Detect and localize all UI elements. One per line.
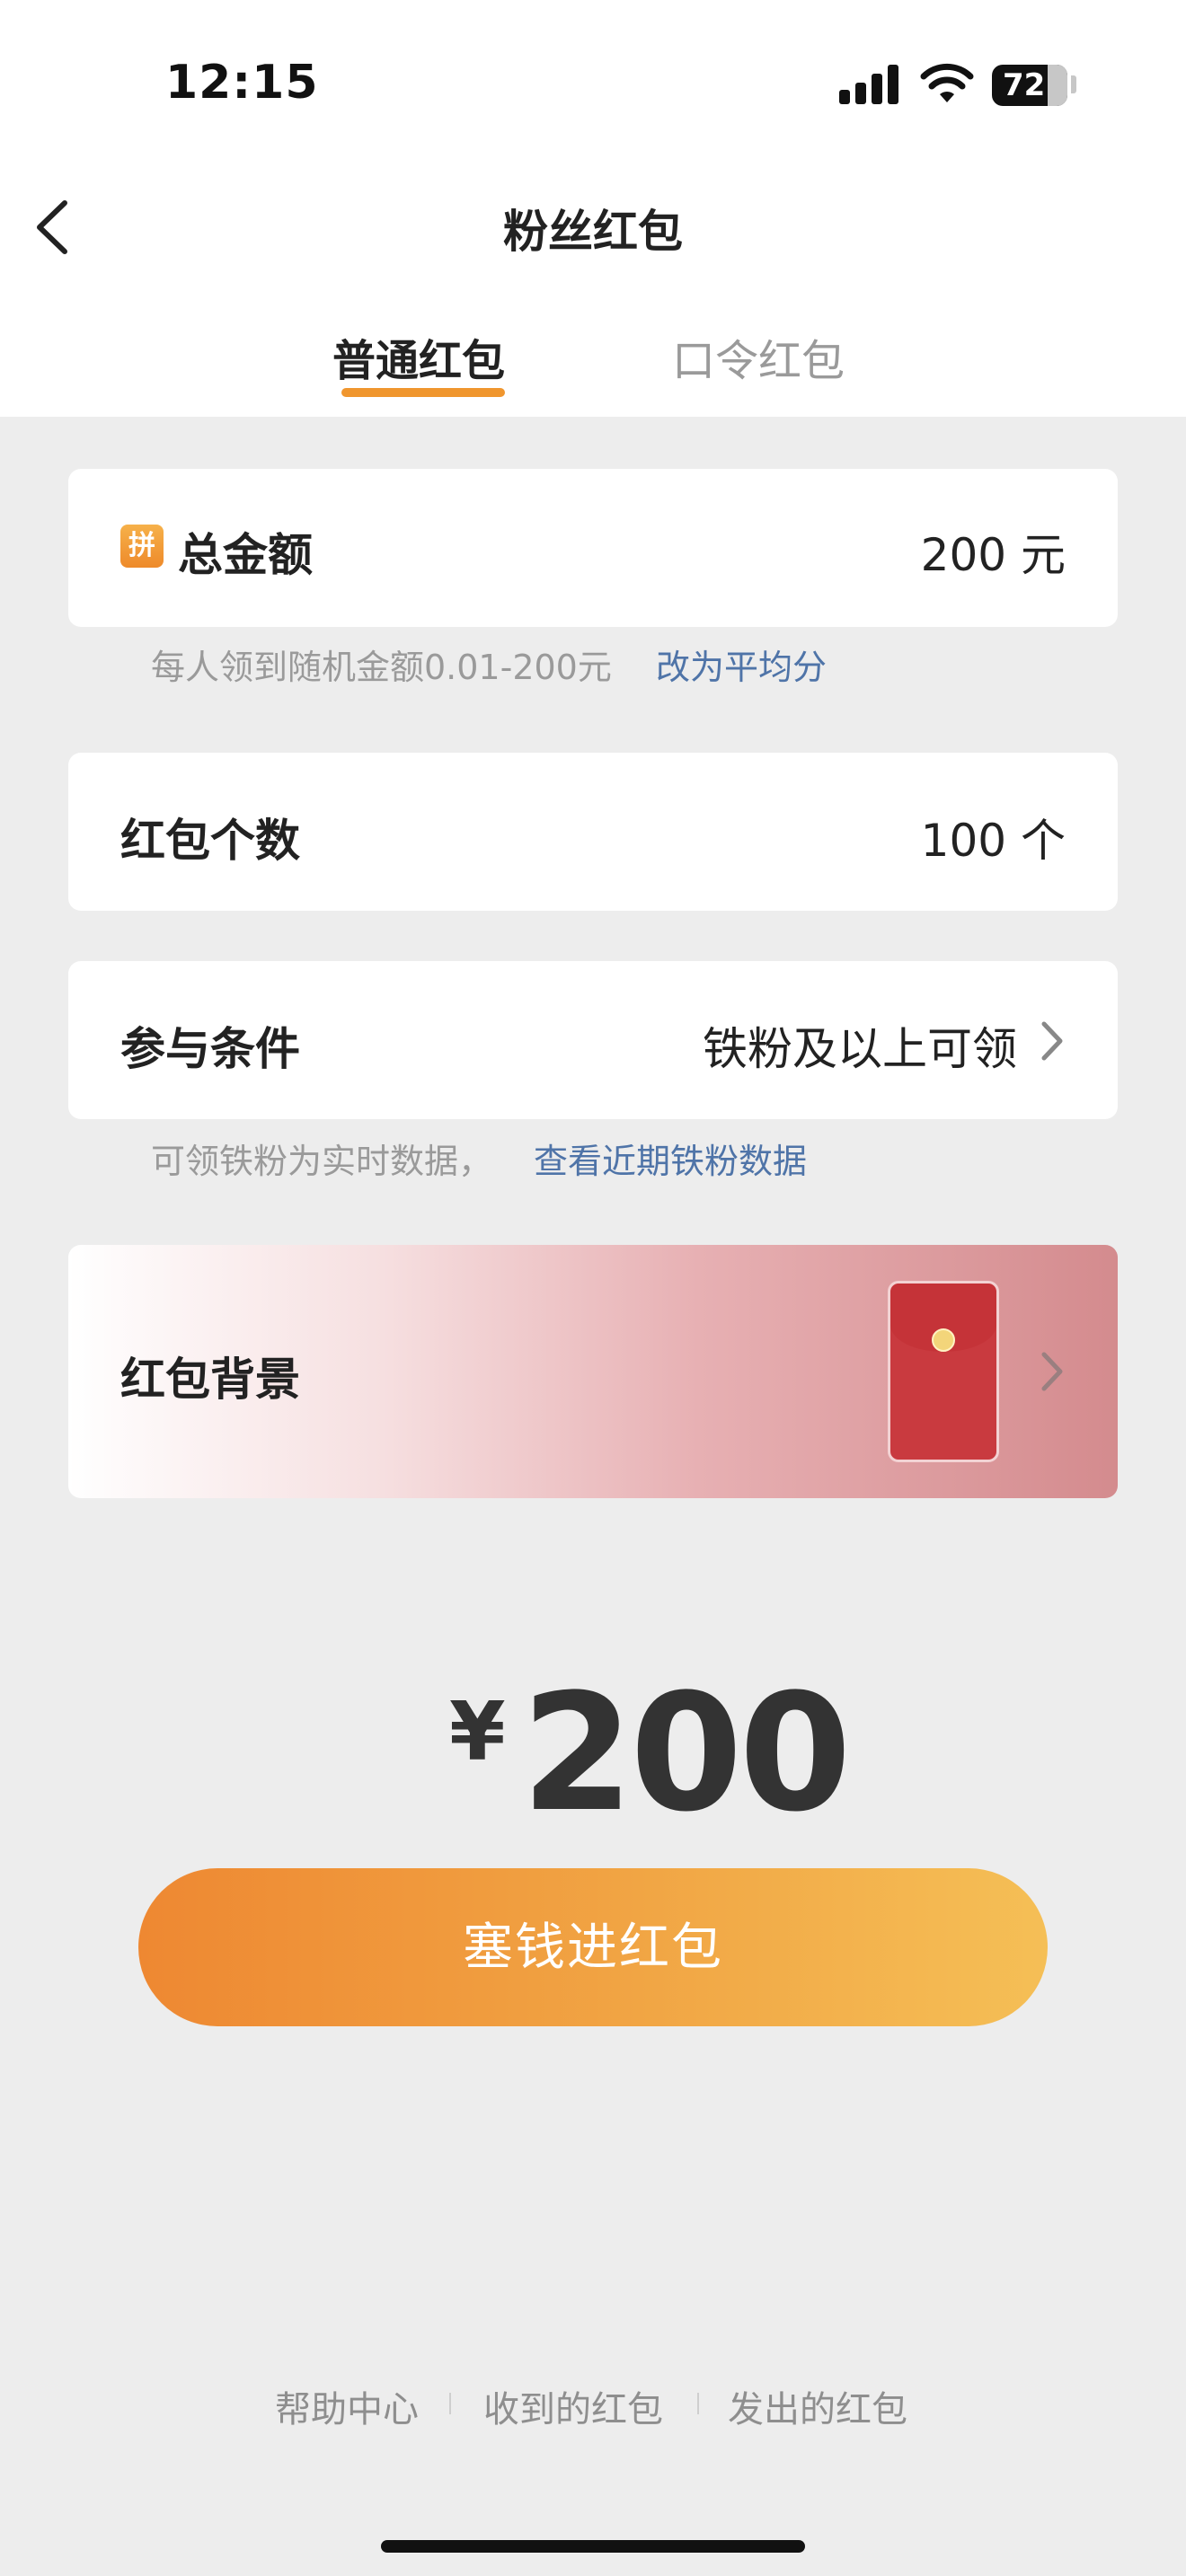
condition-label: 参与条件 (120, 1023, 300, 1075)
packet-count-label: 红包个数 (120, 815, 300, 867)
received-packets-link[interactable]: 收到的红包 (483, 2380, 663, 2432)
total-amount-display: 200 (521, 1660, 852, 1848)
help-center-link[interactable]: 帮助中心 (275, 2380, 419, 2432)
footer-divider (697, 2393, 699, 2414)
condition-hint-text: 可领铁粉为实时数据， (151, 1142, 493, 1181)
chevron-right-icon (1041, 1352, 1063, 1391)
wifi-icon (920, 63, 974, 102)
tab-normal-red-packet[interactable]: 普通红包 (332, 325, 505, 388)
random-amount-icon: 拼 (120, 525, 164, 568)
condition-value: 铁粉及以上可领 (703, 1023, 1017, 1075)
total-amount-value[interactable]: 200 元 (921, 519, 1066, 584)
background-label: 红包背景 (120, 1354, 300, 1406)
participation-condition-row[interactable]: 参与条件 铁粉及以上可领 (68, 961, 1118, 1119)
header-area: 12:15 72 粉丝红包 普通红包 口令红包 (0, 0, 1186, 417)
battery-level: 72 (1003, 67, 1046, 103)
total-amount-field[interactable]: 拼 总金额 200 元 (68, 469, 1118, 627)
status-time: 12:15 (165, 56, 319, 110)
total-amount-label: 总金额 (178, 529, 313, 581)
battery-icon: 72 (992, 65, 1067, 106)
screen: 12:15 72 粉丝红包 普通红包 口令红包 拼 总金额 200 元 每人领到… (0, 0, 1186, 2576)
battery-cap (1071, 75, 1076, 93)
footer-divider (449, 2393, 451, 2414)
active-tab-indicator (341, 388, 505, 397)
sent-packets-link[interactable]: 发出的红包 (728, 2380, 907, 2432)
chevron-right-icon (1041, 1021, 1063, 1061)
view-fan-data-link[interactable]: 查看近期铁粉数据 (534, 1134, 807, 1183)
envelope-seal (932, 1328, 955, 1352)
red-packet-background-row[interactable]: 红包背景 (68, 1245, 1118, 1498)
home-indicator (381, 2540, 805, 2553)
currency-symbol: ¥ (449, 1685, 506, 1779)
packet-count-value[interactable]: 100 个 (921, 805, 1066, 869)
tab-password-red-packet[interactable]: 口令红包 (672, 325, 845, 388)
red-envelope-preview (888, 1281, 999, 1462)
cellular-signal-icon (839, 65, 902, 104)
switch-to-average-link[interactable]: 改为平均分 (656, 640, 827, 689)
packet-count-field[interactable]: 红包个数 100 个 (68, 753, 1118, 911)
amount-hint-text: 每人领到随机金额0.01-200元 (151, 648, 612, 687)
page-title: 粉丝红包 (503, 206, 683, 258)
put-money-button[interactable]: 塞钱进红包 (138, 1868, 1048, 2026)
